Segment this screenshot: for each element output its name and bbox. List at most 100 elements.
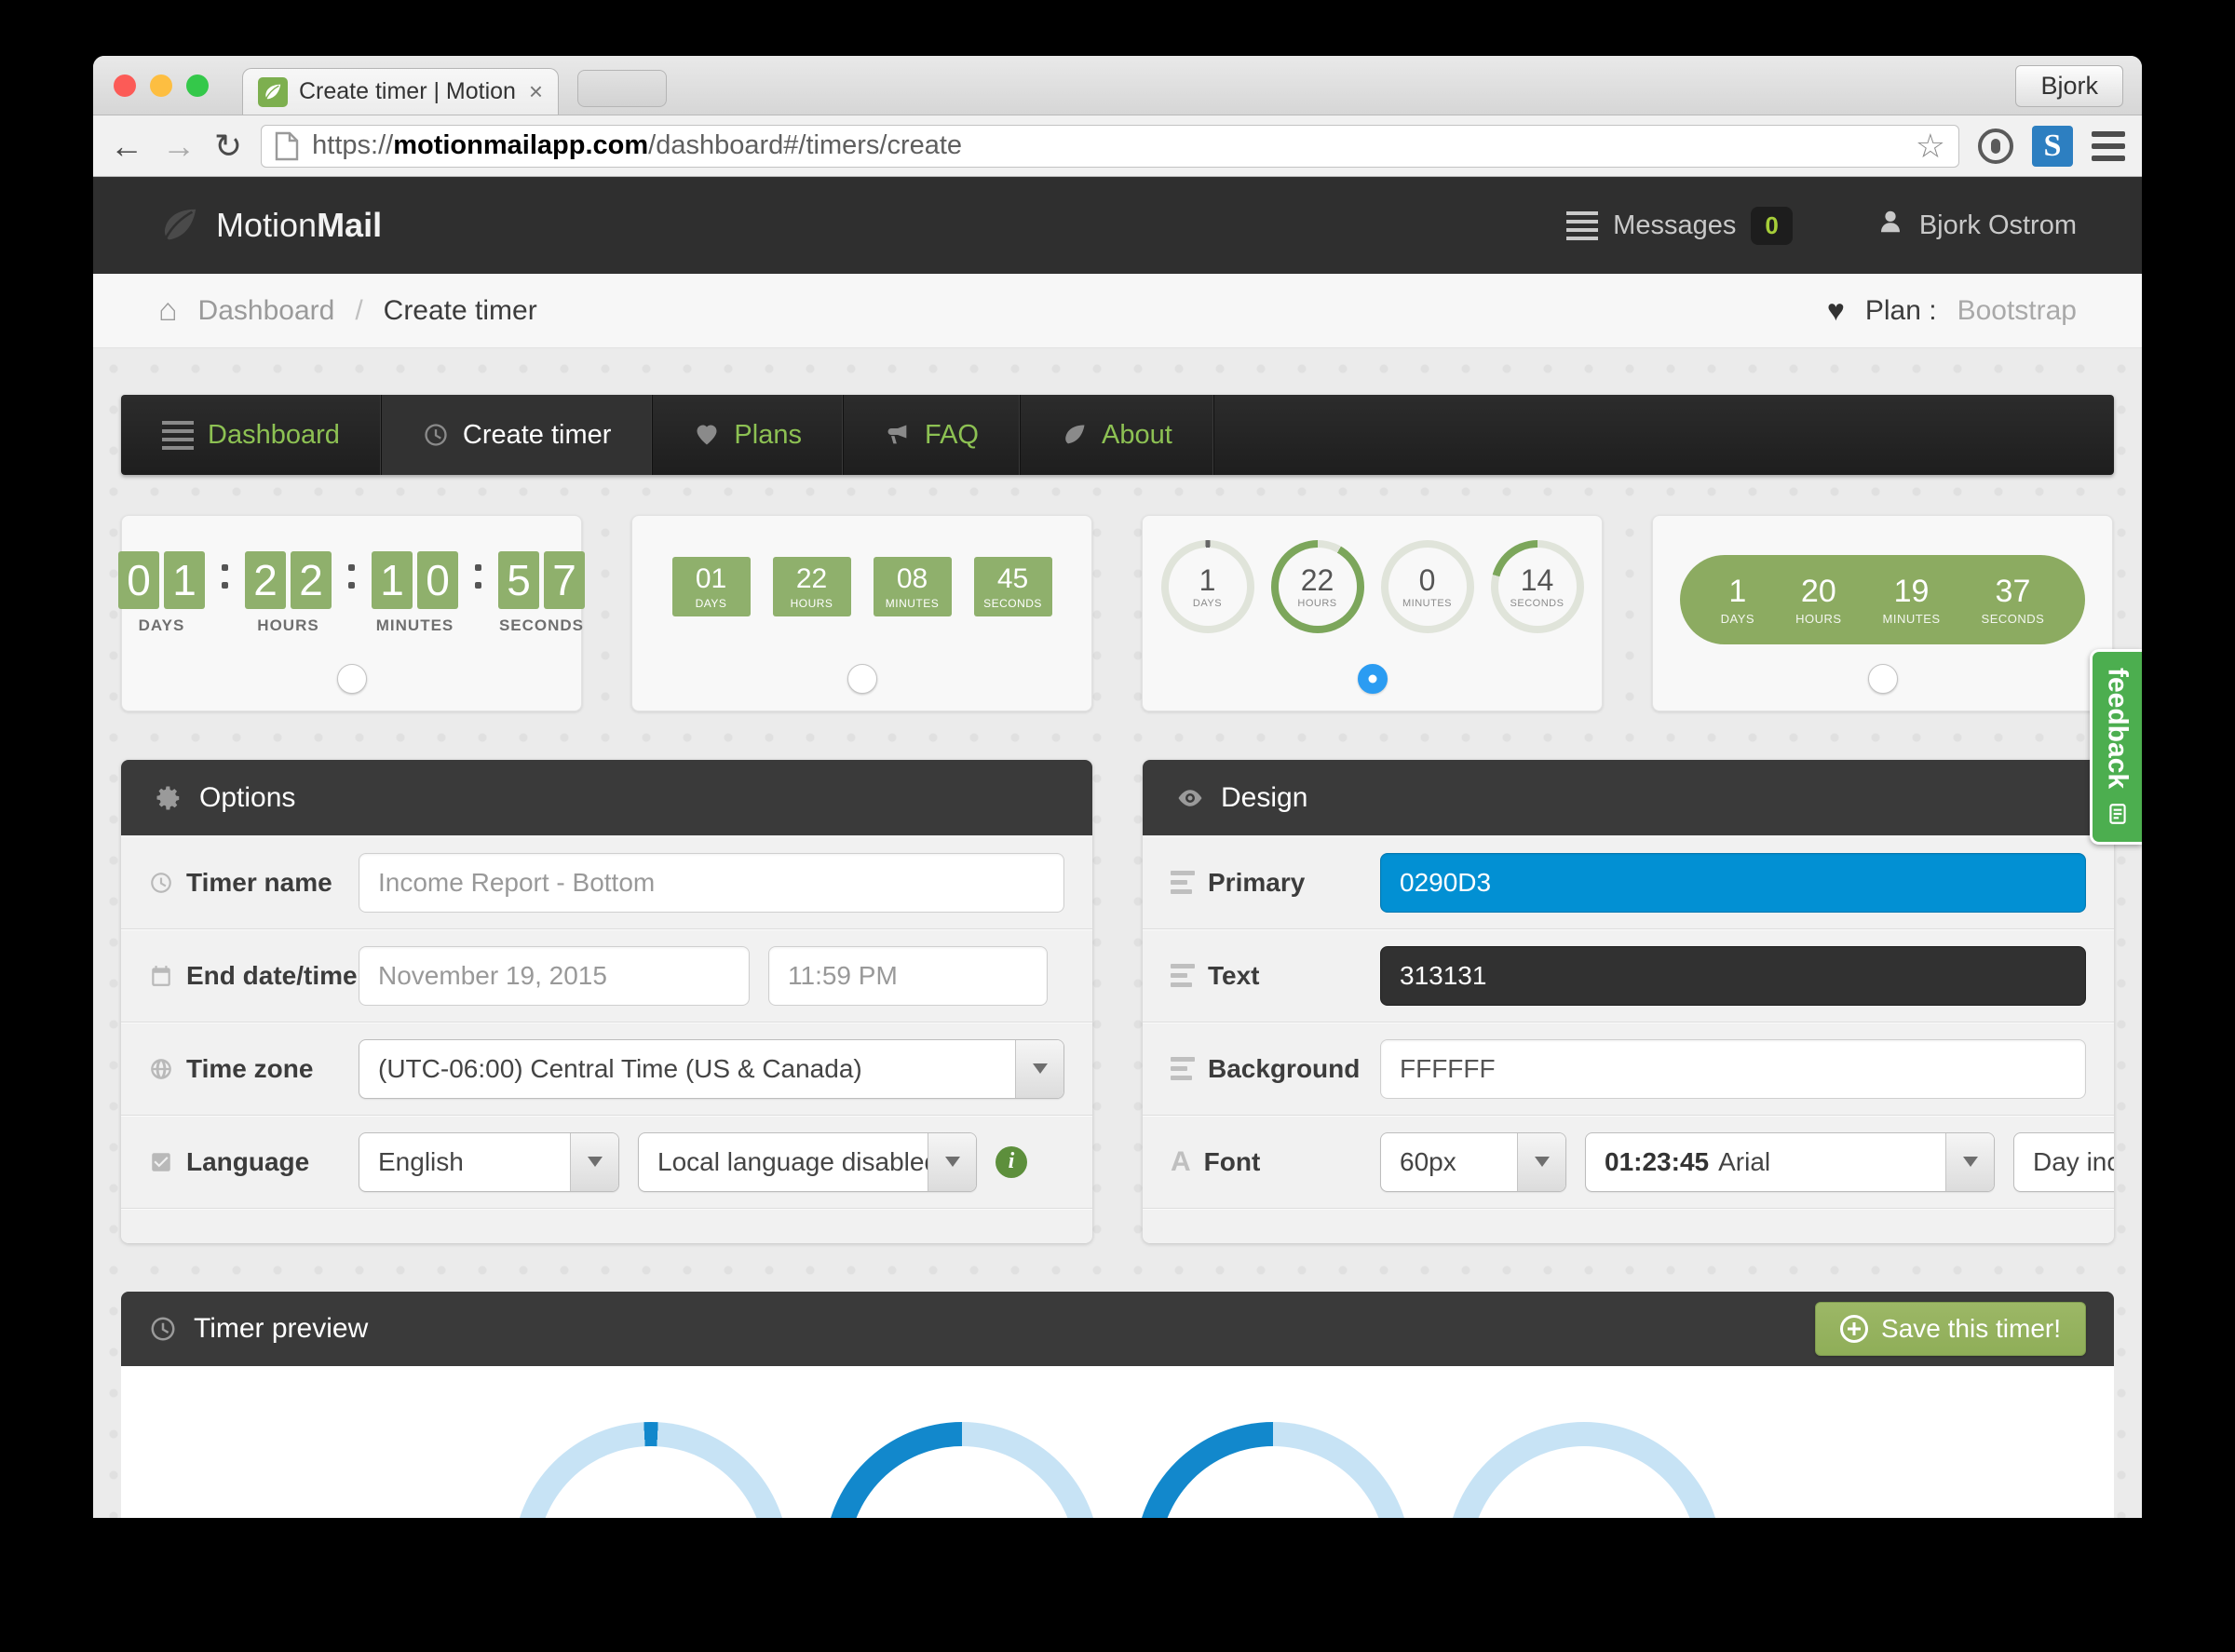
checkbox-icon (149, 1150, 173, 1174)
flip-digit: 1 (164, 551, 205, 609)
unit-value: 45 (997, 563, 1028, 595)
text-color-input[interactable]: 313131 (1380, 946, 2086, 1006)
breadcrumb: ⌂ Dashboard / Create timer (158, 292, 537, 329)
user-menu[interactable]: Bjork Ostrom (1876, 208, 2077, 243)
end-datetime-row: End date/time November 19, 2015 11:59 PM (121, 928, 1092, 1022)
save-timer-button[interactable]: Save this timer! (1815, 1302, 2086, 1356)
unit-value: 01 (696, 563, 726, 595)
colon-separator (348, 564, 355, 589)
time-zone-select[interactable]: (UTC-06:00) Central Time (US & Canada) (359, 1039, 1064, 1099)
background-color-input[interactable]: FFFFFF (1380, 1039, 2086, 1099)
unit-label: HOURS (1795, 612, 1841, 626)
chevron-down-icon (570, 1133, 618, 1191)
timer-style-card-pill[interactable]: 1DAYS 20HOURS 19MINUTES 37SECONDS (1652, 515, 2113, 711)
preview-progress-ring: 0 (513, 1422, 789, 1518)
day-display-select[interactable]: Day incl... (2013, 1132, 2114, 1192)
font-label: Font (1204, 1147, 1261, 1177)
end-time-input[interactable]: 11:59 PM (768, 946, 1048, 1006)
timer-name-input[interactable]: Income Report - Bottom (359, 853, 1064, 913)
options-panel-footer (121, 1208, 1092, 1243)
messages-count-badge: 0 (1751, 207, 1792, 245)
plan-label: Plan : (1865, 295, 1937, 327)
flip-digit: 7 (544, 551, 585, 609)
progress-ring: 14SECONDS (1491, 540, 1584, 633)
s-extension-icon[interactable]: S (2032, 126, 2073, 167)
browser-tab[interactable]: Create timer | MotionMail × (242, 68, 559, 115)
end-date-input[interactable]: November 19, 2015 (359, 946, 750, 1006)
timer-name-row: Timer name Income Report - Bottom (121, 835, 1092, 928)
colon-separator (222, 564, 228, 589)
feedback-label: feedback (2102, 668, 2133, 789)
url-text: https://motionmailapp.com/dashboard#/tim… (312, 130, 962, 161)
design-panel-header: Design (1143, 760, 2114, 835)
language-row: Language English Local language disabled… (121, 1115, 1092, 1208)
tab-create-timer[interactable]: Create timer (382, 395, 654, 475)
tab-close-icon[interactable]: × (529, 77, 543, 106)
brand-name: MotionMail (216, 206, 382, 245)
browser-profile-button[interactable]: Bjork (2015, 65, 2123, 107)
chevron-down-icon (1015, 1040, 1063, 1098)
tab-faq[interactable]: FAQ (844, 395, 1021, 475)
tab-dashboard[interactable]: Dashboard (121, 395, 382, 475)
timer-style-card-circles[interactable]: 1DAYS 22HOURS 0MINUTES 14SECONDS (1142, 515, 1603, 711)
plan-indicator: ♥ Plan : Bootstrap (1827, 293, 2077, 328)
globe-icon (149, 1057, 173, 1081)
back-icon[interactable]: ← (110, 129, 143, 163)
feedback-tab[interactable]: feedback (2090, 649, 2142, 845)
local-language-select[interactable]: Local language disabled (638, 1132, 977, 1192)
user-name: Bjork Ostrom (1919, 210, 2077, 241)
unit-label: MINUTES (1883, 612, 1941, 626)
unit-value: 1 (1728, 574, 1746, 610)
options-panel-header: Options (121, 760, 1092, 835)
url-bar[interactable]: https://motionmailapp.com/dashboard#/tim… (261, 125, 1959, 168)
heart-icon (694, 422, 720, 448)
primary-label: Primary (1208, 868, 1305, 898)
reload-icon[interactable]: ↻ (214, 129, 242, 163)
minimize-window-button[interactable] (150, 74, 172, 97)
motionmail-logo[interactable]: MotionMail (158, 204, 382, 247)
new-tab-button[interactable] (577, 70, 667, 107)
timer-style-card-blocks[interactable]: 01DAYS 22HOURS 08MINUTES 45SECONDS (631, 515, 1092, 711)
tab-plans[interactable]: Plans (653, 395, 844, 475)
timer-style-radio-flip[interactable] (337, 664, 367, 694)
info-icon[interactable]: i (996, 1146, 1027, 1178)
unit-label: DAYS (696, 597, 727, 610)
breadcrumb-dashboard-link[interactable]: Dashboard (198, 295, 335, 327)
bookmark-star-icon[interactable]: ☆ (1916, 129, 1945, 163)
browser-window: Create timer | MotionMail × Bjork ← → ↻ … (93, 56, 2142, 1518)
calendar-icon (149, 964, 173, 988)
browser-menu-icon[interactable] (2092, 131, 2125, 161)
language-select[interactable]: English (359, 1132, 619, 1192)
timer-style-card-flip[interactable]: 0 1 DAYS 2 2 HOURS (121, 515, 582, 711)
flip-digit: 5 (498, 551, 539, 609)
password-extension-icon[interactable] (1978, 129, 2013, 164)
close-window-button[interactable] (114, 74, 136, 97)
timer-style-radio-pill[interactable] (1868, 664, 1898, 694)
zoom-window-button[interactable] (186, 74, 209, 97)
messages-label: Messages (1613, 210, 1736, 241)
timer-style-radio-circles[interactable] (1358, 664, 1388, 694)
app-header: MotionMail Messages 0 Bjork Ostrom (93, 177, 2142, 274)
page-content: Dashboard Create timer Plans FAQ About (93, 348, 2142, 1518)
tab-about[interactable]: About (1021, 395, 1214, 475)
unit-value: 22 (796, 563, 827, 595)
options-panel: Options Timer name Income Report - Botto… (121, 760, 1092, 1243)
heart-icon: ♥ (1827, 293, 1845, 328)
progress-ring: 22HOURS (1271, 540, 1364, 633)
primary-color-input[interactable]: 0290D3 (1380, 853, 2086, 913)
messages-menu[interactable]: Messages 0 (1566, 207, 1793, 245)
forward-icon[interactable]: → (162, 129, 196, 163)
unit-label: SECONDS (499, 616, 584, 635)
blocks-timer-preview: 01DAYS 22HOURS 08MINUTES 45SECONDS (632, 557, 1091, 616)
unit-label: HOURS (257, 616, 318, 635)
plus-icon (1840, 1315, 1868, 1343)
primary-color-row: Primary 0290D3 (1143, 835, 2114, 928)
flip-digit: 2 (291, 551, 332, 609)
font-family-select[interactable]: 01:23:45Arial (1585, 1132, 1995, 1192)
font-size-select[interactable]: 60px (1380, 1132, 1566, 1192)
flip-digit: 0 (417, 551, 458, 609)
unit-label: MINUTES (886, 597, 940, 610)
design-panel: Design Primary 0290D3 (1143, 760, 2114, 1243)
chevron-down-icon (1517, 1133, 1565, 1191)
timer-style-radio-blocks[interactable] (847, 664, 877, 694)
